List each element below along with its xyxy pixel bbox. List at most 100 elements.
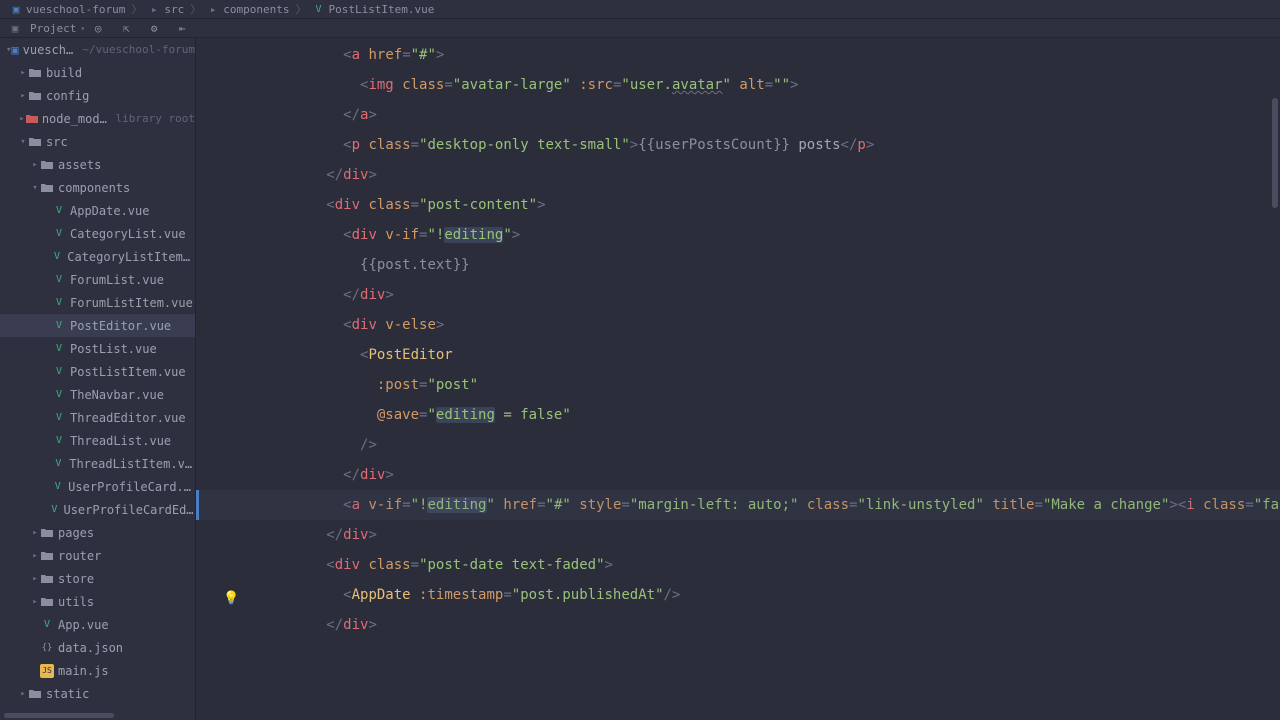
project-tree[interactable]: ▾▣vueschool-forum~/vueschool-forum▸build… — [0, 38, 196, 720]
tree-row[interactable]: VForumListItem.vue — [0, 291, 195, 314]
code-line[interactable]: <div class="post-content"> — [196, 190, 1280, 220]
code-line[interactable]: {{post.text}} — [196, 250, 1280, 280]
editor-scrollbar[interactable] — [1272, 98, 1278, 208]
tree-row[interactable]: VPostListItem.vue — [0, 360, 195, 383]
tree-row[interactable]: VUserProfileCardEditor.vue — [0, 498, 195, 521]
tree-row[interactable]: VThreadList.vue — [0, 429, 195, 452]
breadcrumb-item[interactable]: ▣vueschool-forum — [6, 3, 129, 16]
tree-row[interactable]: ▸pages — [0, 521, 195, 544]
project-toolbar: ▣ Project ▾ ◎ ⇱ ⚙ ⇤ — [0, 19, 1280, 38]
vue-file-icon: V — [52, 204, 66, 218]
folder-icon: ▸ — [207, 3, 219, 15]
tree-row[interactable]: ▸ utils — [0, 590, 195, 613]
code-line[interactable]: <div v-else> — [196, 310, 1280, 340]
tree-row[interactable]: VAppDate.vue — [0, 199, 195, 222]
tree-label: UserProfileCard.vue — [68, 480, 195, 494]
tree-row[interactable]: VUserProfileCard.vue — [0, 475, 195, 498]
chevron-right-icon[interactable]: ▸ — [30, 551, 40, 561]
tree-label: PostEditor.vue — [70, 319, 171, 333]
chevron-right-icon[interactable]: ▸ — [30, 160, 40, 170]
tree-row[interactable]: ▸config — [0, 84, 195, 107]
code-line[interactable]: <p class="desktop-only text-small">{{use… — [196, 130, 1280, 160]
code-line[interactable]: <img class="avatar-large" :src="user.ava… — [196, 70, 1280, 100]
breadcrumb-item[interactable]: V PostListItem.vue — [308, 3, 438, 16]
tree-label: static — [46, 687, 89, 701]
code-line[interactable]: </a> — [196, 100, 1280, 130]
vue-file-icon: V — [40, 618, 54, 632]
vue-file-icon: V — [51, 250, 63, 264]
breadcrumb-item[interactable]: ▸ src — [144, 3, 188, 16]
chevron-right-icon[interactable]: ▸ — [18, 689, 28, 699]
code-line[interactable]: </div> — [196, 280, 1280, 310]
tree-label: ForumList.vue — [70, 273, 164, 287]
tree-label: vueschool-forum — [23, 43, 77, 57]
tree-row[interactable]: VPostEditor.vue — [0, 314, 195, 337]
chevron-right-icon[interactable]: ▸ — [18, 114, 26, 124]
tree-label: ThreadEditor.vue — [70, 411, 186, 425]
code-line[interactable]: <div v-if="!editing"> — [196, 220, 1280, 250]
tree-row[interactable]: ▸router — [0, 544, 195, 567]
tree-row[interactable]: V ThreadEditor.vue — [0, 406, 195, 429]
breadcrumb-label: src — [164, 3, 184, 16]
code-line[interactable]: @save="editing = false" — [196, 400, 1280, 430]
chevron-right-icon[interactable]: ▸ — [18, 91, 28, 101]
collapse-icon[interactable]: ⇱ — [119, 21, 133, 35]
code-line[interactable]: <a v-if="!editing" href="#" style="margi… — [196, 490, 1280, 520]
tree-row[interactable]: VTheNavbar.vue — [0, 383, 195, 406]
tree-row[interactable]: ▸node_moduleslibrary root — [0, 107, 195, 130]
tree-label: utils — [58, 595, 94, 609]
code-line[interactable]: </div> — [196, 520, 1280, 550]
chevron-right-icon[interactable]: ▸ — [18, 68, 28, 78]
tree-row[interactable]: JSmain.js — [0, 659, 195, 682]
breadcrumb-label: PostListItem.vue — [328, 3, 434, 16]
tree-row[interactable]: ▾components — [0, 176, 195, 199]
code-line[interactable]: /> — [196, 430, 1280, 460]
breadcrumb-item[interactable]: ▸components — [203, 3, 293, 16]
chevron-down-icon[interactable]: ▾ — [30, 183, 40, 193]
tree-row[interactable]: ▸assets — [0, 153, 195, 176]
chevron-right-icon[interactable]: ▸ — [30, 597, 40, 607]
square-icon: ▣ — [8, 21, 22, 35]
tree-label: data.json — [58, 641, 123, 655]
tree-row[interactable]: ▸ static — [0, 682, 195, 705]
folder-icon: ▸ — [148, 3, 160, 15]
code-line[interactable]: <AppDate :timestamp="post.publishedAt"/> — [196, 580, 1280, 610]
project-view-dropdown[interactable]: ▣ Project ▾ — [8, 21, 85, 35]
chevron-right-icon[interactable]: ▸ — [30, 574, 40, 584]
code-line[interactable]: </div> — [196, 610, 1280, 640]
code-line[interactable]: </div> — [196, 160, 1280, 190]
tree-row[interactable]: VForumList.vue — [0, 268, 195, 291]
code-line[interactable]: :post="post" — [196, 370, 1280, 400]
vue-file-icon: V — [312, 3, 324, 15]
code-editor[interactable]: 💡 <a href="#"> <img class="avatar-large"… — [196, 38, 1280, 720]
tree-row[interactable]: ▾src — [0, 130, 195, 153]
tree-row[interactable]: VThreadListItem.vue — [0, 452, 195, 475]
tree-label: main.js — [58, 664, 109, 678]
chevron-down-icon[interactable]: ▾ — [18, 137, 28, 147]
tree-label: ThreadList.vue — [70, 434, 171, 448]
folder-icon — [28, 687, 42, 701]
tree-hint: ~/vueschool-forum — [82, 43, 195, 56]
target-icon[interactable]: ◎ — [91, 21, 105, 35]
code-line[interactable]: </div> — [196, 460, 1280, 490]
chevron-right-icon[interactable]: ▸ — [30, 528, 40, 538]
tree-row[interactable]: VCategoryList.vue — [0, 222, 195, 245]
code-line[interactable]: <PostEditor — [196, 340, 1280, 370]
code-line[interactable]: <a href="#"> — [196, 40, 1280, 70]
tree-row[interactable]: {}data.json — [0, 636, 195, 659]
code-line[interactable]: <div class="post-date text-faded"> — [196, 550, 1280, 580]
tree-row[interactable]: ▸build — [0, 61, 195, 84]
settings-icon[interactable]: ⚙ — [147, 21, 161, 35]
tree-label: TheNavbar.vue — [70, 388, 164, 402]
folder-icon — [40, 572, 54, 586]
tree-row[interactable]: VPostList.vue — [0, 337, 195, 360]
vue-file-icon: V — [52, 227, 66, 241]
tree-label: ForumListItem.vue — [70, 296, 193, 310]
tree-row[interactable]: VApp.vue — [0, 613, 195, 636]
tree-row[interactable]: ▾▣vueschool-forum~/vueschool-forum — [0, 38, 195, 61]
sidebar-scrollbar[interactable] — [4, 713, 114, 718]
tree-row[interactable]: ▸store — [0, 567, 195, 590]
vue-file-icon: V — [52, 411, 66, 425]
tree-row[interactable]: VCategoryListItem.vue — [0, 245, 195, 268]
hide-icon[interactable]: ⇤ — [175, 21, 189, 35]
